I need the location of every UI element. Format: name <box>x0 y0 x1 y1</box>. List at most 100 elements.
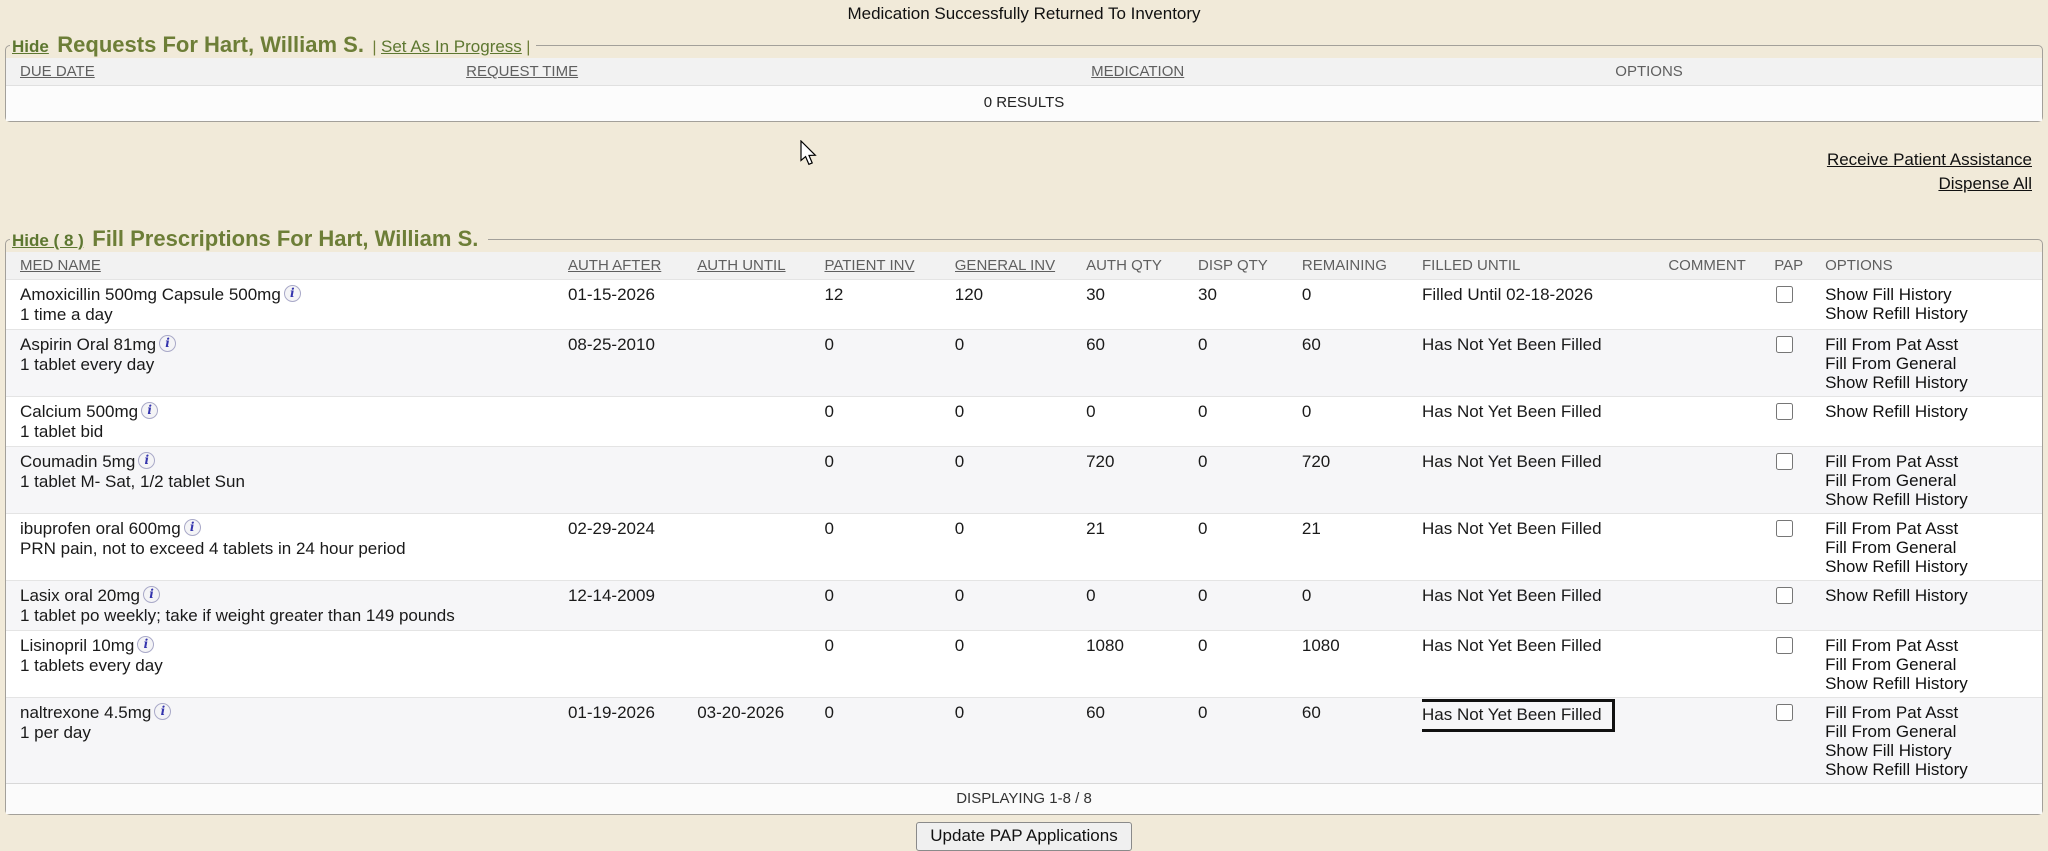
info-icon[interactable]: i <box>143 586 160 603</box>
option-link-show-refill-history[interactable]: Show Refill History <box>1825 557 2040 576</box>
filled-until-status: Has Not Yet Been Filled <box>1422 519 1602 539</box>
option-link-show-refill-history[interactable]: Show Refill History <box>1825 586 2040 605</box>
option-link-show-refill-history[interactable]: Show Refill History <box>1825 490 2040 509</box>
column-header-label: AUTH UNTIL <box>697 257 785 274</box>
option-link-fill-from-pat-asst[interactable]: Fill From Pat Asst <box>1825 636 2040 655</box>
filled-until-status: Filled Until 02-18-2026 <box>1422 285 1593 305</box>
hide-requests-link[interactable]: Hide <box>12 37 49 56</box>
filled-until-status: Has Not Yet Been Filled <box>1422 335 1602 355</box>
option-link-fill-from-pat-asst[interactable]: Fill From Pat Asst <box>1825 335 2040 354</box>
option-link-show-refill-history[interactable]: Show Refill History <box>1825 674 2040 693</box>
hide-prescriptions-link[interactable]: Hide ( 8 ) <box>12 231 84 250</box>
auth-qty-cell: 60 <box>1086 698 1198 784</box>
options-cell: Show Refill History <box>1825 581 2042 631</box>
options-cell: Fill From Pat AsstFill From GeneralShow … <box>1825 631 2042 698</box>
separator: | <box>526 39 530 56</box>
remaining-cell: 0 <box>1302 397 1422 447</box>
requests-section: Hide Requests For Hart, William S. | Set… <box>5 32 2043 122</box>
column-header-general-inv[interactable]: GENERAL INV <box>955 252 1086 280</box>
disp-qty-cell: 0 <box>1198 631 1302 698</box>
option-link-show-refill-history[interactable]: Show Refill History <box>1825 402 2040 421</box>
filled-until-cell: Has Not Yet Been Filled <box>1422 447 1668 514</box>
column-header-label: DUE DATE <box>20 63 95 80</box>
auth-qty-cell: 21 <box>1086 514 1198 581</box>
info-icon[interactable]: i <box>138 452 155 469</box>
remaining-cell: 21 <box>1302 514 1422 581</box>
option-link-show-fill-history[interactable]: Show Fill History <box>1825 741 2040 760</box>
pap-checkbox[interactable] <box>1776 336 1793 353</box>
option-link-show-refill-history[interactable]: Show Refill History <box>1825 304 2040 323</box>
option-link-fill-from-pat-asst[interactable]: Fill From Pat Asst <box>1825 703 2040 722</box>
receive-patient-assistance-link[interactable]: Receive Patient Assistance <box>0 148 2032 172</box>
med-name: Lisinopril 10mg <box>20 636 134 655</box>
remaining-cell: 720 <box>1302 447 1422 514</box>
column-header-auth-after[interactable]: AUTH AFTER <box>568 252 697 280</box>
column-header-auth-until[interactable]: AUTH UNTIL <box>697 252 824 280</box>
column-header-due-date[interactable]: DUE DATE <box>6 58 466 86</box>
pap-cell <box>1774 280 1825 330</box>
column-header-label: COMMENT <box>1668 257 1746 274</box>
info-icon[interactable]: i <box>284 285 301 302</box>
option-link-fill-from-pat-asst[interactable]: Fill From Pat Asst <box>1825 519 2040 538</box>
pap-checkbox[interactable] <box>1776 453 1793 470</box>
prescription-row: ibuprofen oral 600mgiPRN pain, not to ex… <box>6 514 2042 581</box>
info-icon[interactable]: i <box>159 335 176 352</box>
column-header-options: OPTIONS <box>1258 58 2042 86</box>
info-icon[interactable]: i <box>154 703 171 720</box>
option-link-fill-from-general[interactable]: Fill From General <box>1825 655 2040 674</box>
auth-until-cell <box>697 330 824 397</box>
pap-cell <box>1774 698 1825 784</box>
patient-inv-cell: 0 <box>824 581 954 631</box>
patient-inv-cell: 0 <box>824 631 954 698</box>
option-link-show-refill-history[interactable]: Show Refill History <box>1825 760 2040 779</box>
info-icon[interactable]: i <box>141 402 158 419</box>
disp-qty-cell: 0 <box>1198 514 1302 581</box>
pap-checkbox[interactable] <box>1776 587 1793 604</box>
med-name: Calcium 500mg <box>20 402 138 421</box>
column-header-request-time[interactable]: REQUEST TIME <box>466 58 1091 86</box>
option-link-fill-from-general[interactable]: Fill From General <box>1825 471 2040 490</box>
option-link-show-refill-history[interactable]: Show Refill History <box>1825 373 2040 392</box>
prescription-row: Amoxicillin 500mg Capsule 500mgi1 time a… <box>6 280 2042 330</box>
column-header-label: PAP <box>1774 257 1803 274</box>
set-as-in-progress-link[interactable]: Set As In Progress <box>381 37 522 56</box>
option-link-fill-from-pat-asst[interactable]: Fill From Pat Asst <box>1825 452 2040 471</box>
med-cell: Coumadin 5mgi1 tablet M- Sat, 1/2 tablet… <box>6 447 568 514</box>
column-header-medication[interactable]: MEDICATION <box>1091 58 1258 86</box>
auth-qty-cell: 0 <box>1086 581 1198 631</box>
info-icon[interactable]: i <box>184 519 201 536</box>
column-header-pap: PAP <box>1774 252 1825 280</box>
med-cell: Amoxicillin 500mg Capsule 500mgi1 time a… <box>6 280 568 330</box>
disp-qty-cell: 0 <box>1198 698 1302 784</box>
prescription-row: Lasix oral 20mgi1 tablet po weekly; take… <box>6 581 2042 631</box>
update-pap-applications-button[interactable]: Update PAP Applications <box>916 822 1131 851</box>
med-cell: Calcium 500mgi1 tablet bid <box>6 397 568 447</box>
dispense-all-link[interactable]: Dispense All <box>0 172 2032 196</box>
general-inv-cell: 0 <box>955 581 1086 631</box>
table-header-row: DUE DATE REQUEST TIMEMEDICATIONOPTIONS <box>6 58 2042 86</box>
column-header-patient-inv[interactable]: PATIENT INV <box>824 252 954 280</box>
pap-checkbox[interactable] <box>1776 520 1793 537</box>
remaining-cell: 60 <box>1302 698 1422 784</box>
pap-checkbox[interactable] <box>1776 704 1793 721</box>
auth-until-cell <box>697 280 824 330</box>
pap-checkbox[interactable] <box>1776 637 1793 654</box>
info-icon[interactable]: i <box>137 636 154 653</box>
filled-until-status: Has Not Yet Been Filled <box>1422 452 1602 472</box>
general-inv-cell: 0 <box>955 514 1086 581</box>
prescription-row: Coumadin 5mgi1 tablet M- Sat, 1/2 tablet… <box>6 447 2042 514</box>
pap-checkbox[interactable] <box>1776 403 1793 420</box>
option-link-fill-from-general[interactable]: Fill From General <box>1825 722 2040 741</box>
comment-cell <box>1668 447 1774 514</box>
column-header-med-name[interactable]: MED NAME <box>6 252 568 280</box>
pap-cell <box>1774 447 1825 514</box>
option-link-fill-from-general[interactable]: Fill From General <box>1825 354 2040 373</box>
med-sig: 1 tablets every day <box>20 656 566 676</box>
auth-after-cell <box>568 447 697 514</box>
pap-checkbox[interactable] <box>1776 286 1793 303</box>
option-link-show-fill-history[interactable]: Show Fill History <box>1825 285 2040 304</box>
option-link-fill-from-general[interactable]: Fill From General <box>1825 538 2040 557</box>
disp-qty-cell: 0 <box>1198 330 1302 397</box>
med-cell: Lisinopril 10mgi 1 tablets every day <box>6 631 568 698</box>
patient-inv-cell: 0 <box>824 514 954 581</box>
